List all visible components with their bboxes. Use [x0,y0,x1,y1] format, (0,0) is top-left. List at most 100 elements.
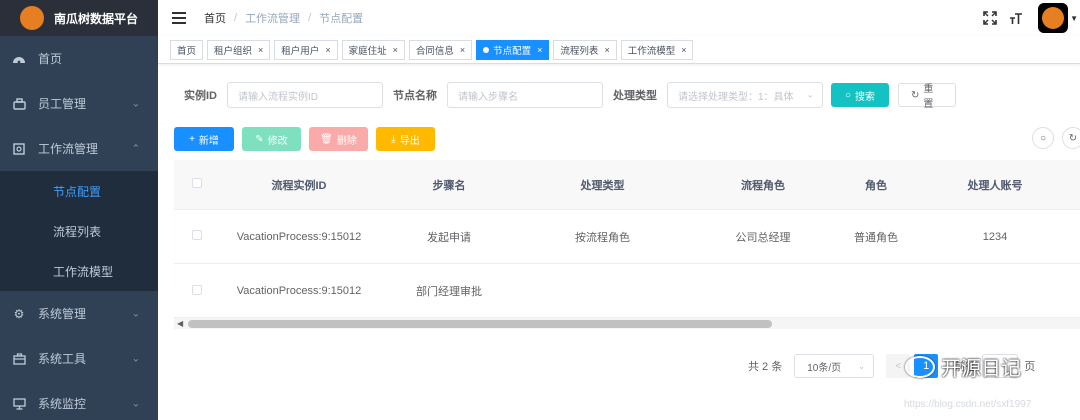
breadcrumb: 首页 / 工作流管理 / 节点配置 [204,10,363,26]
sidebar-item-label: 系统监控 [38,397,87,411]
watermark: 开源日记 [905,352,1021,381]
tag-contract[interactable]: 合同信息 × [408,39,473,60]
pagination-total: 共 2 条 [748,361,783,373]
pumpkin-logo-icon [20,6,44,30]
dashboard-icon [12,52,26,66]
top-navbar: 首页 / 工作流管理 / 节点配置 ▼ [158,0,1080,36]
horizontal-scrollbar[interactable]: ◀ [174,317,1080,329]
sidebar-item-label: 工作流管理 [38,142,99,156]
active-dot-icon [483,46,490,53]
process-type-select[interactable]: 请选择处理类型：1：具体 ⌄ [667,82,823,108]
edit-button[interactable]: ✎ 修改 [242,127,301,151]
column-header[interactable]: 步骤名 [379,177,519,193]
sidebar-subitem-workflow-model[interactable]: 工作流模型 [0,251,158,291]
hamburger-menu-icon[interactable] [172,12,186,24]
toggle-search-button[interactable]: ○ [1032,127,1054,149]
refresh-icon: ↻ [1068,132,1078,144]
node-name-input[interactable]: 请输入步骤名 [447,82,603,108]
wechat-logo-icon [905,355,935,378]
tag-tenant-user[interactable]: 租户用户 × [274,39,338,60]
sidebar-subitem-process-list[interactable]: 流程列表 [0,211,158,251]
scroll-left-icon[interactable]: ◀ [177,318,183,330]
breadcrumb-workflow: 工作流管理 [245,13,301,25]
delete-button[interactable]: 🗑 删除 [309,127,368,151]
download-icon: ⤓ [391,133,396,145]
close-icon[interactable]: × [604,45,609,55]
close-icon[interactable]: × [460,45,465,55]
reset-button[interactable]: ↻ 重置 [898,83,956,110]
tag-home[interactable]: 首页 [170,39,204,60]
refresh-button[interactable]: ↻ [1062,127,1080,149]
breadcrumb-home[interactable]: 首页 [204,10,226,26]
table-cell: 1234 [982,230,1008,243]
tags-view: 首页 租户组织 × 租户用户 × 家庭住址 × 合同信息 × 节点配置 × 流程列表 × 工… [158,36,1080,64]
watermark-url: https://blog.csdn.net/sxf1997 [904,399,1032,410]
sidebar-item-home[interactable]: 首页 [0,36,158,81]
navbar-right: ▼ [980,0,1080,36]
monitor-icon [12,397,26,411]
page-size-select[interactable]: 10条/页 ⌄ [794,354,875,378]
sidebar-item-workflow[interactable]: 工作流管理 ⌃ [0,126,158,171]
fullscreen-icon[interactable] [980,8,1000,28]
edit-icon: ✎ [255,133,264,145]
sidebar: 南瓜树数据平台 首页 员工管理 ⌄ 工作流管理 ⌃ 节点配置 流程列表 工作流模… [0,0,158,420]
sidebar-subitem-node-config[interactable]: 节点配置 [0,171,158,211]
table-row[interactable]: VacationProcess:9:15012 部门经理审批 [174,264,1080,318]
column-header[interactable]: 处理人账号 [912,177,1078,193]
close-icon[interactable]: × [325,45,330,55]
gear-icon: ⚙ [13,306,25,321]
close-icon[interactable]: × [681,45,686,55]
chevron-down-icon: ⌄ [131,353,140,364]
tag-address[interactable]: 家庭住址 × [341,39,405,60]
close-icon[interactable]: × [393,45,398,55]
chevron-down-icon: ⌄ [131,98,140,109]
sidebar-item-staff[interactable]: 员工管理 ⌄ [0,81,158,126]
watermark-brand: 开源日记 [941,358,1021,380]
tag-process-list[interactable]: 流程列表 × [553,39,617,60]
sidebar-item-label: 员工管理 [38,97,87,111]
instance-id-input[interactable]: 请输入流程实例ID [227,82,383,108]
export-button[interactable]: ⤓ 导出 [376,127,435,151]
instance-id-label: 实例ID [184,90,217,102]
chevron-down-icon: ⌄ [806,89,814,100]
search-button[interactable]: ○ 搜索 [831,83,889,107]
table-cell: 发起申请 [427,231,471,244]
row-checkbox[interactable] [174,230,219,243]
table-cell: VacationProcess:9:15012 [236,230,362,243]
chevron-up-icon: ⌃ [131,143,140,154]
tag-tenant-org[interactable]: 租户组织 × [207,39,271,60]
breadcrumb-current: 节点配置 [319,13,364,25]
chevron-down-icon: ⌄ [131,308,140,319]
add-button[interactable]: + 新增 [174,127,234,151]
tag-workflow-model[interactable]: 工作流模型 × [620,39,694,60]
scrollbar-thumb[interactable] [188,320,772,328]
sidebar-item-system[interactable]: ⚙ 系统管理 ⌄ [0,291,158,336]
avatar[interactable] [1038,3,1069,33]
column-header[interactable]: 处理类型 [519,177,686,193]
table-row[interactable]: VacationProcess:9:15012 发起申请 按流程角色 公司总经理… [174,210,1080,264]
sidebar-item-monitor[interactable]: 系统监控 ⌄ [0,381,158,420]
workflow-icon [12,142,26,156]
close-icon[interactable]: × [258,45,263,55]
column-header[interactable]: 流程实例ID [219,177,379,193]
user-icon [12,97,26,111]
sidebar-logo[interactable]: 南瓜树数据平台 [0,0,158,36]
column-header[interactable]: 角色 [840,177,912,193]
breadcrumb-separator: / [308,12,312,24]
caret-down-icon[interactable]: ▼ [1070,14,1078,23]
font-size-icon[interactable] [1006,8,1026,28]
column-header[interactable]: 流程角色 [686,177,840,193]
row-checkbox[interactable] [174,284,219,298]
plus-icon: + [189,133,195,145]
page-size-value: 10条/页 [807,362,842,374]
close-icon[interactable]: × [537,45,542,55]
tag-node-config[interactable]: 节点配置 × [476,39,550,60]
chevron-down-icon: ⌄ [857,360,866,371]
trash-icon: 🗑 [320,133,333,145]
select-all-checkbox[interactable] [174,178,219,191]
process-type-label: 处理类型 [613,90,657,102]
sidebar-item-tools[interactable]: 系统工具 ⌄ [0,336,158,381]
sidebar-item-label: 系统管理 [38,307,87,321]
chevron-left-icon: < [895,360,902,372]
page-suffix-label: 页 [1024,361,1036,373]
